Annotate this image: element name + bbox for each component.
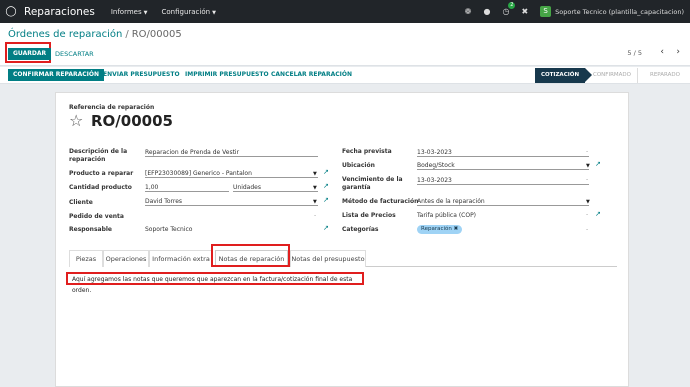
- unidad-field[interactable]: Unidades: [233, 183, 318, 192]
- cliente-label: Cliente: [69, 199, 93, 206]
- pedido-empty-value: -: [314, 212, 317, 219]
- tab-piezas[interactable]: Piezas: [69, 250, 103, 267]
- tools-icon[interactable]: ✖: [521, 7, 528, 16]
- discard-button[interactable]: DESCARTAR: [55, 48, 94, 60]
- fecha-dash: -: [586, 148, 589, 155]
- save-button[interactable]: GUARDAR: [8, 48, 52, 60]
- external-link-icon[interactable]: ↗: [323, 196, 329, 204]
- cliente-field[interactable]: David Torres: [145, 197, 318, 206]
- control-panel: Órdenes de reparación / RO/00005 GUARDAR D…: [0, 23, 690, 66]
- caret-down-icon[interactable]: ▼: [586, 199, 590, 205]
- category-tag[interactable]: Reparación ✖: [417, 225, 463, 234]
- ref-name: RO/00005: [91, 112, 173, 130]
- print-quote-button[interactable]: IMPRIMIR PRESUPUESTO: [185, 69, 269, 81]
- category-tag-label: Reparación: [421, 226, 452, 232]
- apps-menu-icon[interactable]: ◯: [0, 6, 22, 17]
- caret-down-icon[interactable]: ▼: [313, 171, 317, 177]
- star-icon[interactable]: ☆: [69, 111, 83, 131]
- caret-down-icon[interactable]: ▼: [313, 185, 317, 191]
- stage-cotizacion[interactable]: COTIZACIÓN: [535, 68, 592, 83]
- categorias-dash: -: [586, 226, 589, 233]
- activity-badge: 2: [508, 2, 516, 9]
- tab-operaciones[interactable]: Operaciones: [103, 250, 149, 267]
- responsable-field[interactable]: Soporte Tecnico: [145, 225, 318, 234]
- external-link-icon[interactable]: ↗: [595, 160, 601, 168]
- breadcrumb-parent-link[interactable]: Órdenes de reparación: [8, 29, 122, 40]
- form-sheet: Referencia de reparación ☆ RO/00005 Desc…: [55, 92, 629, 387]
- notes-textarea[interactable]: Aquí agregamos las notas que queremos qu…: [66, 272, 364, 294]
- metodo-select[interactable]: Antes de la reparación: [417, 197, 589, 206]
- external-link-icon[interactable]: ↗: [595, 210, 601, 218]
- external-link-icon[interactable]: ↗: [323, 182, 329, 190]
- debug-bug-icon[interactable]: ❁: [465, 7, 472, 16]
- statusbar: CONFIRMAR REPARACIÓN ENVIAR PRESUPUESTO …: [0, 67, 690, 84]
- stage-confirmado[interactable]: CONFIRMADO: [588, 68, 636, 83]
- chevron-left-icon[interactable]: ‹: [660, 47, 664, 57]
- stage-reparado[interactable]: REPARADO: [640, 68, 690, 83]
- lista-dash: -: [586, 211, 589, 218]
- top-navbar: ◯ Reparaciones Informes ▼ Configuración ▼ …: [0, 0, 690, 23]
- ubicacion-label: Ubicación: [342, 162, 375, 169]
- cantidad-label: Cantidad producto: [69, 184, 132, 191]
- confirm-repair-button[interactable]: CONFIRMAR REPARACIÓN: [8, 69, 105, 81]
- tab-highlight-box: [211, 244, 290, 267]
- vencimiento-label: Vencimiento de la garantía: [342, 176, 403, 191]
- caret-down-icon: ▼: [143, 9, 148, 16]
- producto-field[interactable]: [EFP23030089] Generico - Pantalon: [145, 169, 318, 178]
- breadcrumb-separator: /: [125, 29, 129, 40]
- caret-down-icon[interactable]: ▼: [586, 163, 590, 169]
- responsable-label: Responsable: [69, 226, 112, 233]
- vencimiento-dash: -: [586, 176, 589, 183]
- chat-icon[interactable]: ●: [483, 7, 490, 16]
- cancel-repair-button[interactable]: CANCELAR REPARACIÓN: [271, 69, 352, 81]
- tab-notas-presupuesto[interactable]: Notas del presupuesto: [290, 250, 366, 267]
- pedido-label: Pedido de venta: [69, 213, 124, 220]
- pager-value[interactable]: 5 / 5: [627, 49, 642, 57]
- stage-divider: [637, 68, 638, 83]
- caret-down-icon: ▼: [212, 9, 216, 16]
- tab-informacion-extra[interactable]: Información extra: [149, 250, 213, 267]
- lista-field[interactable]: Tarifa pública (COP): [417, 211, 589, 220]
- ref-label: Referencia de reparación: [69, 104, 155, 111]
- chevron-right-icon[interactable]: ›: [676, 47, 680, 57]
- menu-configuracion[interactable]: Configuración ▼: [161, 8, 215, 16]
- caret-down-icon[interactable]: ▼: [313, 199, 317, 205]
- categorias-label: Categorías: [342, 226, 379, 233]
- app-title[interactable]: Reparaciones: [24, 6, 95, 18]
- send-quote-button[interactable]: ENVIAR PRESUPUESTO: [103, 69, 180, 81]
- cantidad-field[interactable]: 1,00: [145, 183, 229, 192]
- external-link-icon[interactable]: ↗: [323, 224, 329, 232]
- user-name[interactable]: Soporte Tecnico (plantilla_capacitacion): [555, 8, 684, 16]
- external-link-icon[interactable]: ↗: [323, 168, 329, 176]
- notebook-tabs: Piezas Operaciones Información extra Not…: [69, 250, 617, 267]
- ubicacion-field[interactable]: Bodeg/Stock: [417, 161, 589, 170]
- tag-remove-icon[interactable]: ✖: [454, 226, 459, 232]
- breadcrumb: Órdenes de reparación / RO/00005: [8, 29, 182, 40]
- menu-informes[interactable]: Informes ▼: [111, 8, 148, 16]
- descripcion-field[interactable]: Reparacion de Prenda de Vestir: [145, 148, 318, 157]
- breadcrumb-current: RO/00005: [131, 29, 182, 40]
- fecha-field[interactable]: 13-03-2023: [417, 148, 589, 157]
- metodo-label: Método de facturación: [342, 198, 419, 205]
- descripcion-label: Descripción de la reparación: [69, 148, 128, 163]
- producto-label: Producto a reparar: [69, 170, 134, 177]
- activity-clock-icon[interactable]: ◷ 2: [502, 2, 516, 16]
- lista-label: Lista de Precios: [342, 212, 396, 219]
- vencimiento-field[interactable]: 13-03-2023: [417, 176, 589, 185]
- avatar[interactable]: S: [540, 6, 552, 17]
- fecha-label: Fecha prevista: [342, 148, 392, 155]
